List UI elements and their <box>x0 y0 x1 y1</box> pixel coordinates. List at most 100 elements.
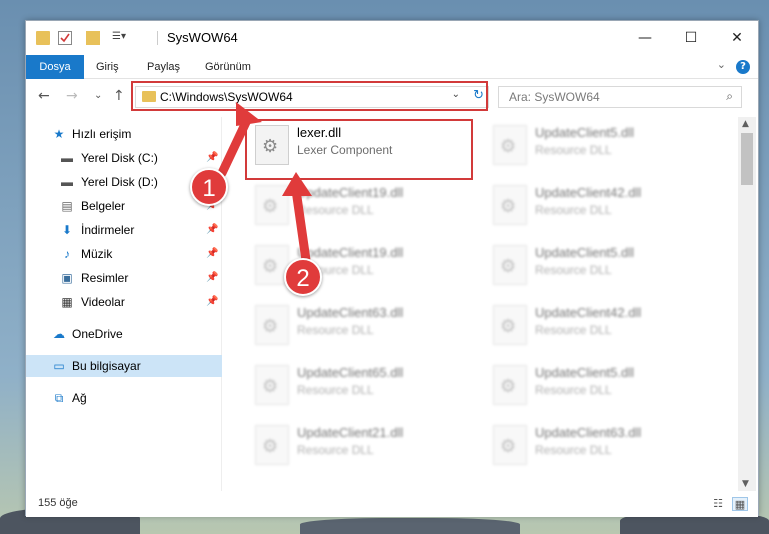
file-name: UpdateClient42.dll <box>535 185 642 200</box>
file-description: Resource DLL <box>297 383 374 397</box>
gear-icon: ⚙ <box>262 256 279 277</box>
dll-file-icon: ⚙ <box>493 425 527 465</box>
sidebar-item-label: Yerel Disk (D:) <box>81 175 158 189</box>
tab-home[interactable]: Giriş <box>96 55 119 79</box>
pictures-icon: ▣ <box>61 271 73 285</box>
title-bar: ☰▾ SysWOW64 — ☐ ✕ <box>26 21 758 55</box>
file-tile[interactable]: ⚙ UpdateClient5.dll Resource DLL <box>485 359 705 415</box>
customize-toolbar-icon[interactable]: ☰▾ <box>112 31 134 45</box>
cloud-icon: ☁ <box>53 327 65 341</box>
folder-icon <box>36 31 50 45</box>
dll-file-icon: ⚙ <box>493 125 527 165</box>
file-name: UpdateClient19.dll <box>297 245 404 260</box>
ribbon-tabs: Dosya Giriş Paylaş Görünüm ⌄ ? <box>26 55 758 79</box>
star-icon: ★ <box>53 127 65 141</box>
sidebar-item-network[interactable]: ⧉ Ağ <box>26 387 222 409</box>
file-description: Resource DLL <box>535 383 612 397</box>
search-input[interactable]: Ara: SysWOW64 ⌕ <box>498 86 742 108</box>
file-name: UpdateClient5.dll <box>535 125 635 140</box>
minimize-button[interactable]: — <box>622 21 668 55</box>
dll-file-icon: ⚙ <box>493 305 527 345</box>
file-description: Resource DLL <box>297 203 374 217</box>
file-tile[interactable]: ⚙ UpdateClient63.dll Resource DLL <box>485 419 705 475</box>
dll-file-icon: ⚙ <box>493 185 527 225</box>
sidebar-item-quick-access[interactable]: ★ Hızlı erişim <box>26 123 222 145</box>
gear-icon: ⚙ <box>500 196 517 217</box>
new-folder-icon[interactable] <box>86 31 100 45</box>
sidebar-item-videos[interactable]: ▦ Videolar 📌 <box>26 291 222 313</box>
sidebar-item-label: Ağ <box>72 391 87 405</box>
back-button[interactable]: ← <box>38 88 50 104</box>
up-button[interactable]: ↑ <box>113 88 125 104</box>
properties-icon[interactable] <box>58 31 72 45</box>
file-tile[interactable]: ⚙ UpdateClient19.dll Resource DLL <box>247 239 467 295</box>
gear-icon: ⚙ <box>262 376 279 397</box>
maximize-button[interactable]: ☐ <box>668 21 714 55</box>
file-tile[interactable]: ⚙ UpdateClient42.dll Resource DLL <box>485 299 705 355</box>
sidebar-item-label: Resimler <box>81 271 129 285</box>
dll-file-icon: ⚙ <box>255 365 289 405</box>
close-button[interactable]: ✕ <box>714 21 760 55</box>
sidebar-item-music[interactable]: ♪ Müzik 📌 <box>26 243 222 265</box>
gear-icon: ⚙ <box>500 376 517 397</box>
network-icon: ⧉ <box>54 391 64 405</box>
video-icon: ▦ <box>61 295 73 309</box>
help-icon[interactable]: ? <box>736 60 750 74</box>
vertical-scrollbar[interactable]: ▲ ▼ <box>738 117 756 491</box>
pin-icon: 📌 <box>206 296 219 307</box>
scroll-down-icon[interactable]: ▼ <box>742 479 749 489</box>
sidebar-item-label: Yerel Disk (C:) <box>81 151 158 165</box>
sidebar-item-downloads[interactable]: ⬇ İndirmeler 📌 <box>26 219 222 241</box>
file-highlight <box>245 119 473 180</box>
tab-view[interactable]: Görünüm <box>205 55 251 79</box>
tab-share[interactable]: Paylaş <box>147 55 180 79</box>
sidebar-item-label: Müzik <box>81 247 113 261</box>
file-tile[interactable]: ⚙ UpdateClient19.dll Resource DLL <box>247 179 467 235</box>
file-tile[interactable]: ⚙ UpdateClient42.dll Resource DLL <box>485 179 705 235</box>
file-tile[interactable]: ⚙ UpdateClient5.dll Resource DLL <box>485 239 705 295</box>
sidebar-item-this-pc[interactable]: ▭ Bu bilgisayar <box>26 355 222 377</box>
tab-file[interactable]: Dosya <box>26 55 84 79</box>
file-name: UpdateClient5.dll <box>535 245 635 260</box>
file-name: UpdateClient63.dll <box>535 425 642 440</box>
scroll-up-icon[interactable]: ▲ <box>742 119 749 129</box>
file-tile[interactable]: ⚙ UpdateClient5.dll Resource DLL <box>485 119 705 175</box>
step-2-badge: 2 <box>284 258 322 296</box>
sidebar-item-label: Videolar <box>81 295 125 309</box>
scrollbar-thumb[interactable] <box>741 133 753 185</box>
file-tile[interactable]: ⚙ UpdateClient65.dll Resource DLL <box>247 359 467 415</box>
pin-icon: 📌 <box>206 152 219 163</box>
sidebar-item-local-disk-c[interactable]: ▬ Yerel Disk (C:) 📌 <box>26 147 222 169</box>
sidebar-item-onedrive[interactable]: ☁ OneDrive <box>26 323 222 345</box>
music-icon: ♪ <box>64 247 70 261</box>
forward-button[interactable]: → <box>66 88 78 104</box>
file-tile[interactable]: ⚙ UpdateClient21.dll Resource DLL <box>247 419 467 475</box>
file-tile[interactable]: ⚙ UpdateClient63.dll Resource DLL <box>247 299 467 355</box>
ribbon-collapse-icon[interactable]: ⌄ <box>717 58 726 71</box>
gear-icon: ⚙ <box>262 196 279 217</box>
gear-icon: ⚙ <box>262 316 279 337</box>
pin-icon: 📌 <box>206 248 219 259</box>
sidebar-item-documents[interactable]: ▤ Belgeler 📌 <box>26 195 222 217</box>
recent-locations-button[interactable]: ⌄ <box>94 90 102 101</box>
drive-icon: ▬ <box>61 151 73 165</box>
sidebar-item-label: İndirmeler <box>81 223 135 237</box>
sidebar-item-label: OneDrive <box>72 327 123 341</box>
file-description: Resource DLL <box>535 323 612 337</box>
file-description: Resource DLL <box>535 443 612 457</box>
sidebar-item-pictures[interactable]: ▣ Resimler 📌 <box>26 267 222 289</box>
file-description: Resource DLL <box>535 143 612 157</box>
gear-icon: ⚙ <box>500 136 517 157</box>
file-name: UpdateClient21.dll <box>297 425 404 440</box>
title-separator <box>157 31 158 45</box>
file-description: Resource DLL <box>535 263 612 277</box>
pin-icon: 📌 <box>206 272 219 283</box>
file-name: UpdateClient63.dll <box>297 305 404 320</box>
file-description: Resource DLL <box>297 443 374 457</box>
status-bar: 155 öğe ☷ ▦ <box>26 491 758 517</box>
search-icon[interactable]: ⌕ <box>726 89 733 104</box>
details-view-icon[interactable]: ☷ <box>710 497 726 511</box>
large-icons-view-icon[interactable]: ▦ <box>732 497 748 511</box>
pin-icon: 📌 <box>206 224 219 235</box>
file-name: UpdateClient65.dll <box>297 365 404 380</box>
